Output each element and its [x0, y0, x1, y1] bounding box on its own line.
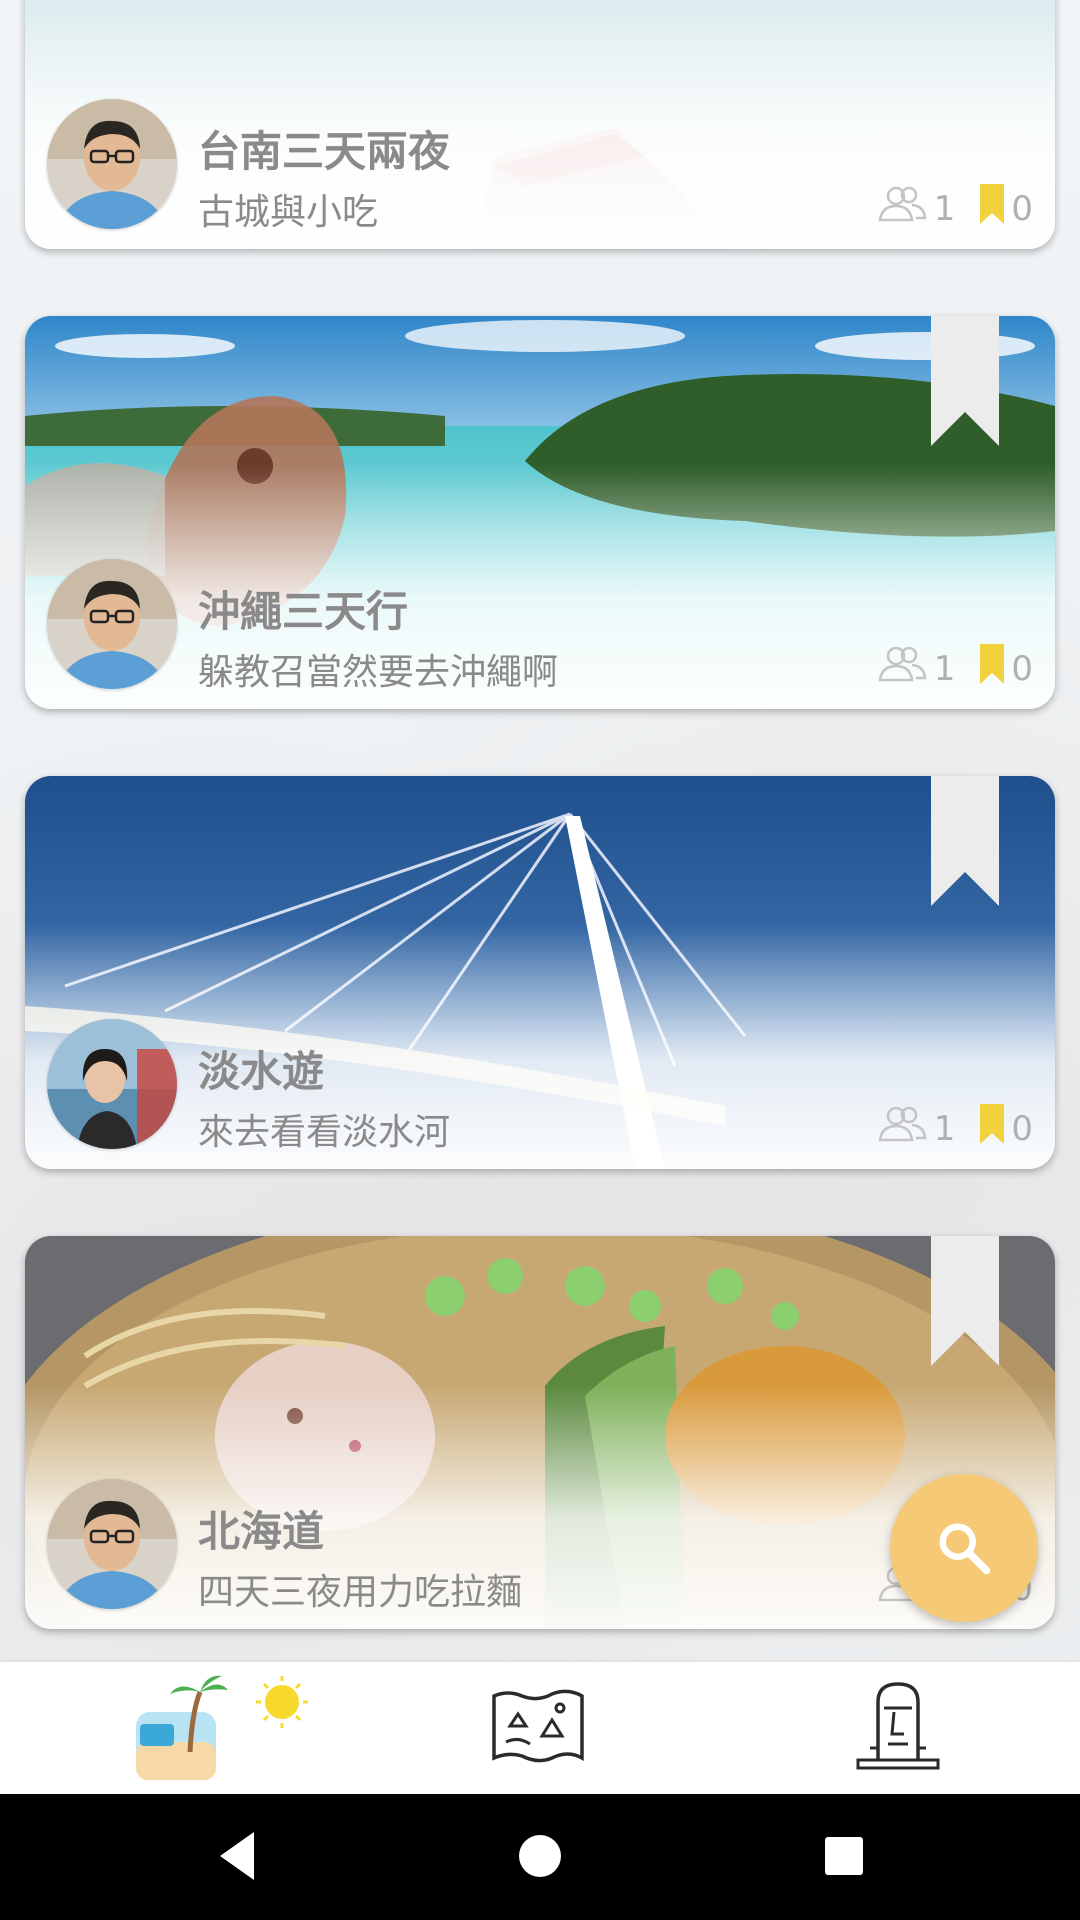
members-count: 1: [933, 648, 956, 689]
beach-sun-icon: [136, 1675, 308, 1780]
avatar[interactable]: [47, 1019, 177, 1149]
system-navigation-bar: [0, 1794, 1080, 1920]
nav-item-map[interactable]: [488, 1686, 588, 1770]
members-count: 1: [933, 1108, 956, 1149]
trip-subtitle: 古城與小吃: [198, 192, 379, 233]
bookmark-ribbon-icon[interactable]: [931, 776, 999, 906]
trip-subtitle: 來去看看淡水河: [198, 1112, 451, 1153]
members-count: 1: [933, 188, 956, 229]
bookmark-ribbon-icon[interactable]: [931, 1236, 999, 1366]
trip-card[interactable]: 台南三天兩夜 古城與小吃 1 0: [25, 0, 1055, 249]
members-icon: [874, 184, 928, 233]
bookmark-icon[interactable]: [979, 644, 1005, 693]
bookmarks-count: 0: [1011, 648, 1033, 689]
trip-title: 台南三天兩夜: [198, 127, 451, 176]
moai-statue-icon: [856, 1682, 940, 1770]
trip-subtitle: 躲教召當然要去沖繩啊: [198, 652, 559, 693]
recents-button[interactable]: [823, 1826, 865, 1890]
trip-card[interactable]: 沖繩三天行 躲教召當然要去沖繩啊 1 0: [25, 316, 1055, 709]
trip-title: 沖繩三天行: [198, 587, 409, 636]
bookmark-ribbon-icon[interactable]: [931, 316, 999, 446]
avatar[interactable]: [47, 99, 177, 229]
nav-item-trips[interactable]: [130, 1672, 310, 1786]
bottom-navigation: [0, 1662, 1080, 1794]
avatar[interactable]: [47, 559, 177, 689]
back-button[interactable]: [212, 1826, 262, 1890]
members-icon: [874, 1104, 928, 1153]
trip-card[interactable]: 淡水遊 來去看看淡水河 1 0: [25, 776, 1055, 1169]
bookmark-icon[interactable]: [979, 1104, 1005, 1153]
avatar[interactable]: [47, 1479, 177, 1609]
search-icon: [939, 1523, 991, 1575]
map-icon: [492, 1689, 584, 1763]
bookmarks-count: 0: [1011, 1108, 1033, 1149]
trip-title: 北海道: [198, 1507, 325, 1556]
trip-subtitle: 四天三夜用力吃拉麵: [198, 1572, 523, 1613]
members-icon: [874, 644, 928, 693]
trip-title: 淡水遊: [198, 1047, 325, 1096]
search-button[interactable]: [890, 1474, 1038, 1622]
bookmarks-count: 0: [1011, 188, 1033, 229]
home-button[interactable]: [518, 1826, 562, 1890]
bookmark-icon[interactable]: [979, 184, 1005, 233]
trip-stats: 1 0: [874, 644, 1033, 693]
trip-stats: 1 0: [874, 1104, 1033, 1153]
nav-item-profile[interactable]: [848, 1678, 948, 1774]
back-icon: [220, 1832, 254, 1880]
recents-icon: [825, 1837, 863, 1875]
home-icon: [519, 1835, 561, 1877]
trip-stats: 1 0: [874, 184, 1033, 233]
